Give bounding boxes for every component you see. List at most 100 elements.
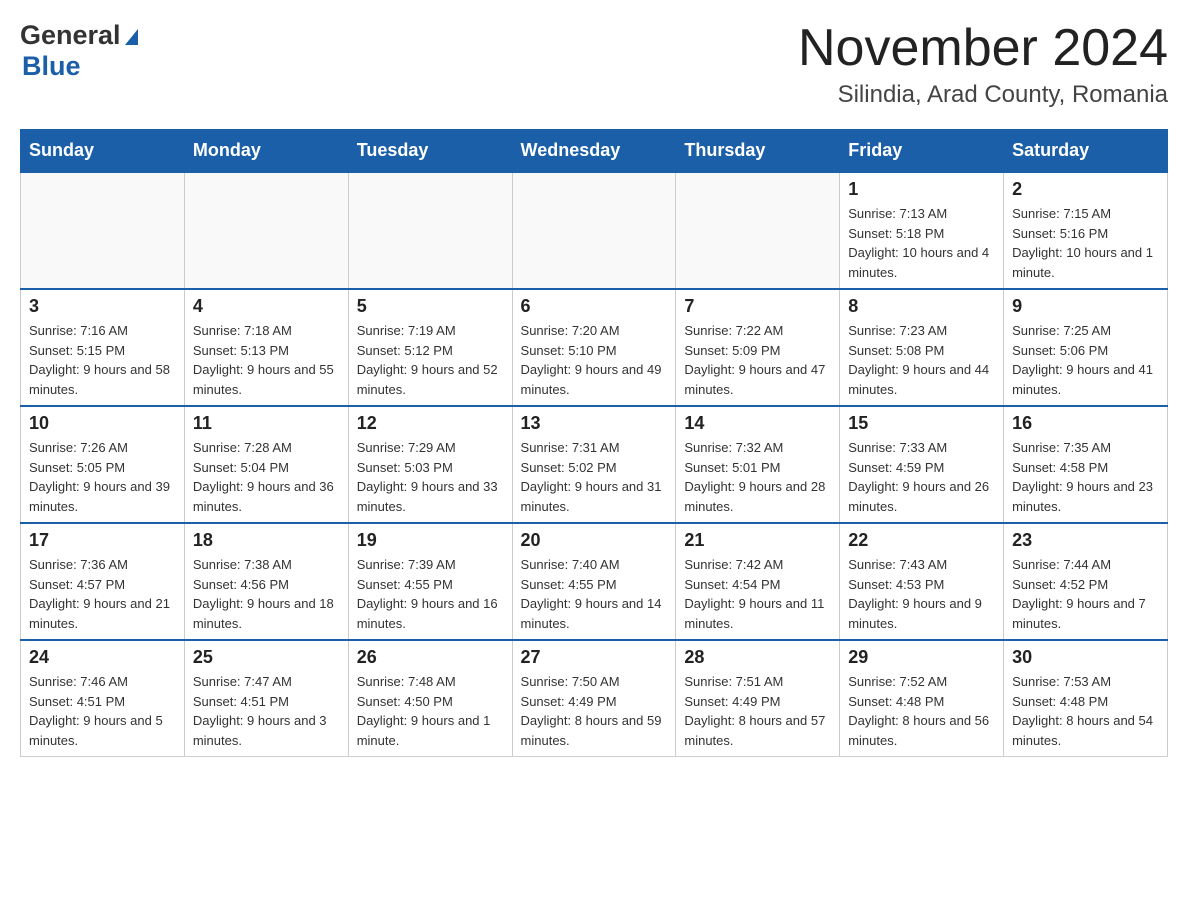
col-saturday: Saturday — [1004, 130, 1168, 173]
day-info: Sunrise: 7:15 AMSunset: 5:16 PMDaylight:… — [1012, 204, 1159, 282]
page-header: General Blue November 2024 Silindia, Ara… — [20, 20, 1168, 109]
day-number: 12 — [357, 413, 504, 434]
day-number: 15 — [848, 413, 995, 434]
day-info: Sunrise: 7:22 AMSunset: 5:09 PMDaylight:… — [684, 321, 831, 399]
calendar-cell — [184, 172, 348, 289]
day-info: Sunrise: 7:18 AMSunset: 5:13 PMDaylight:… — [193, 321, 340, 399]
day-number: 30 — [1012, 647, 1159, 668]
day-info: Sunrise: 7:40 AMSunset: 4:55 PMDaylight:… — [521, 555, 668, 633]
calendar-cell: 19 Sunrise: 7:39 AMSunset: 4:55 PMDayligh… — [348, 523, 512, 640]
calendar-cell: 3Sunrise: 7:16 AMSunset: 5:15 PMDaylight… — [21, 289, 185, 406]
day-number: 2 — [1012, 179, 1159, 200]
day-info: Sunrise: 7:26 AMSunset: 5:05 PMDaylight:… — [29, 438, 176, 516]
calendar-cell — [676, 172, 840, 289]
col-monday: Monday — [184, 130, 348, 173]
month-title: November 2024 — [798, 20, 1168, 77]
logo-bottom-row: Blue — [20, 51, 81, 82]
calendar-cell: 25Sunrise: 7:47 AMSunset: 4:51 PMDayligh… — [184, 640, 348, 757]
day-number: 26 — [357, 647, 504, 668]
calendar-cell: 28 Sunrise: 7:51 AMSunset: 4:49 PMDayligh… — [676, 640, 840, 757]
day-info: Sunrise: 7:33 AMSunset: 4:59 PMDaylight:… — [848, 438, 995, 516]
calendar-cell: 20 Sunrise: 7:40 AMSunset: 4:55 PMDayligh… — [512, 523, 676, 640]
day-info: Sunrise: 7:39 AMSunset: 4:55 PMDaylight:… — [357, 555, 504, 633]
calendar-cell: 27 Sunrise: 7:50 AMSunset: 4:49 PMDayligh… — [512, 640, 676, 757]
col-thursday: Thursday — [676, 130, 840, 173]
day-number: 13 — [521, 413, 668, 434]
day-number: 16 — [1012, 413, 1159, 434]
calendar-cell: 29 Sunrise: 7:52 AMSunset: 4:48 PMDayligh… — [840, 640, 1004, 757]
week-row-3: 10 Sunrise: 7:26 AMSunset: 5:05 PMDayligh… — [21, 406, 1168, 523]
calendar-cell: 30 Sunrise: 7:53 AMSunset: 4:48 PMDayligh… — [1004, 640, 1168, 757]
calendar-cell: 1Sunrise: 7:13 AMSunset: 5:18 PMDaylight… — [840, 172, 1004, 289]
day-number: 10 — [29, 413, 176, 434]
calendar-cell — [348, 172, 512, 289]
day-info: Sunrise: 7:13 AMSunset: 5:18 PMDaylight:… — [848, 204, 995, 282]
day-info: Sunrise: 7:53 AMSunset: 4:48 PMDaylight:… — [1012, 672, 1159, 750]
day-number: 27 — [521, 647, 668, 668]
week-row-1: 1Sunrise: 7:13 AMSunset: 5:18 PMDaylight… — [21, 172, 1168, 289]
day-number: 8 — [848, 296, 995, 317]
day-info: Sunrise: 7:20 AMSunset: 5:10 PMDaylight:… — [521, 321, 668, 399]
day-info: Sunrise: 7:29 AMSunset: 5:03 PMDaylight:… — [357, 438, 504, 516]
calendar-cell: 16 Sunrise: 7:35 AMSunset: 4:58 PMDayligh… — [1004, 406, 1168, 523]
day-info: Sunrise: 7:51 AMSunset: 4:49 PMDaylight:… — [684, 672, 831, 750]
day-info: Sunrise: 7:42 AMSunset: 4:54 PMDaylight:… — [684, 555, 831, 633]
calendar-cell: 4Sunrise: 7:18 AMSunset: 5:13 PMDaylight… — [184, 289, 348, 406]
day-info: Sunrise: 7:48 AMSunset: 4:50 PMDaylight:… — [357, 672, 504, 750]
col-friday: Friday — [840, 130, 1004, 173]
day-number: 7 — [684, 296, 831, 317]
col-wednesday: Wednesday — [512, 130, 676, 173]
col-tuesday: Tuesday — [348, 130, 512, 173]
day-info: Sunrise: 7:16 AMSunset: 5:15 PMDaylight:… — [29, 321, 176, 399]
day-number: 11 — [193, 413, 340, 434]
calendar-cell: 14 Sunrise: 7:32 AMSunset: 5:01 PMDayligh… — [676, 406, 840, 523]
calendar-cell: 11 Sunrise: 7:28 AMSunset: 5:04 PMDayligh… — [184, 406, 348, 523]
calendar-cell: 17 Sunrise: 7:36 AMSunset: 4:57 PMDayligh… — [21, 523, 185, 640]
day-number: 24 — [29, 647, 176, 668]
logo-top-row: General — [20, 20, 138, 51]
day-info: Sunrise: 7:32 AMSunset: 5:01 PMDaylight:… — [684, 438, 831, 516]
day-number: 29 — [848, 647, 995, 668]
day-number: 22 — [848, 530, 995, 551]
location-text: Silindia, Arad County, Romania — [798, 81, 1168, 109]
day-info: Sunrise: 7:28 AMSunset: 5:04 PMDaylight:… — [193, 438, 340, 516]
logo-triangle-icon — [125, 29, 138, 45]
day-info: Sunrise: 7:36 AMSunset: 4:57 PMDaylight:… — [29, 555, 176, 633]
col-sunday: Sunday — [21, 130, 185, 173]
day-number: 14 — [684, 413, 831, 434]
day-info: Sunrise: 7:25 AMSunset: 5:06 PMDaylight:… — [1012, 321, 1159, 399]
calendar-cell: 2 Sunrise: 7:15 AMSunset: 5:16 PMDaylight… — [1004, 172, 1168, 289]
calendar-cell: 13 Sunrise: 7:31 AMSunset: 5:02 PMDayligh… — [512, 406, 676, 523]
day-number: 28 — [684, 647, 831, 668]
calendar-cell: 10 Sunrise: 7:26 AMSunset: 5:05 PMDayligh… — [21, 406, 185, 523]
day-info: Sunrise: 7:44 AMSunset: 4:52 PMDaylight:… — [1012, 555, 1159, 633]
day-number: 19 — [357, 530, 504, 551]
day-info: Sunrise: 7:50 AMSunset: 4:49 PMDaylight:… — [521, 672, 668, 750]
week-row-4: 17 Sunrise: 7:36 AMSunset: 4:57 PMDayligh… — [21, 523, 1168, 640]
day-number: 21 — [684, 530, 831, 551]
day-info: Sunrise: 7:38 AMSunset: 4:56 PMDaylight:… — [193, 555, 340, 633]
day-number: 18 — [193, 530, 340, 551]
calendar-cell: 22Sunrise: 7:43 AMSunset: 4:53 PMDayligh… — [840, 523, 1004, 640]
week-row-2: 3Sunrise: 7:16 AMSunset: 5:15 PMDaylight… — [21, 289, 1168, 406]
day-number: 9 — [1012, 296, 1159, 317]
day-info: Sunrise: 7:46 AMSunset: 4:51 PMDaylight:… — [29, 672, 176, 750]
logo-blue-text: Blue — [22, 51, 81, 81]
week-row-5: 24 Sunrise: 7:46 AMSunset: 4:51 PMDayligh… — [21, 640, 1168, 757]
calendar-cell: 12 Sunrise: 7:29 AMSunset: 5:03 PMDayligh… — [348, 406, 512, 523]
day-info: Sunrise: 7:52 AMSunset: 4:48 PMDaylight:… — [848, 672, 995, 750]
calendar-header-row: Sunday Monday Tuesday Wednesday Thursday… — [21, 130, 1168, 173]
day-info: Sunrise: 7:19 AMSunset: 5:12 PMDaylight:… — [357, 321, 504, 399]
calendar-cell — [512, 172, 676, 289]
calendar-table: Sunday Monday Tuesday Wednesday Thursday… — [20, 129, 1168, 757]
title-block: November 2024 Silindia, Arad County, Rom… — [798, 20, 1168, 109]
calendar-cell: 6Sunrise: 7:20 AMSunset: 5:10 PMDaylight… — [512, 289, 676, 406]
day-info: Sunrise: 7:35 AMSunset: 4:58 PMDaylight:… — [1012, 438, 1159, 516]
calendar-cell: 23Sunrise: 7:44 AMSunset: 4:52 PMDayligh… — [1004, 523, 1168, 640]
day-number: 17 — [29, 530, 176, 551]
day-number: 20 — [521, 530, 668, 551]
day-info: Sunrise: 7:47 AMSunset: 4:51 PMDaylight:… — [193, 672, 340, 750]
day-info: Sunrise: 7:31 AMSunset: 5:02 PMDaylight:… — [521, 438, 668, 516]
calendar-cell: 8Sunrise: 7:23 AMSunset: 5:08 PMDaylight… — [840, 289, 1004, 406]
logo: General Blue — [20, 20, 138, 82]
